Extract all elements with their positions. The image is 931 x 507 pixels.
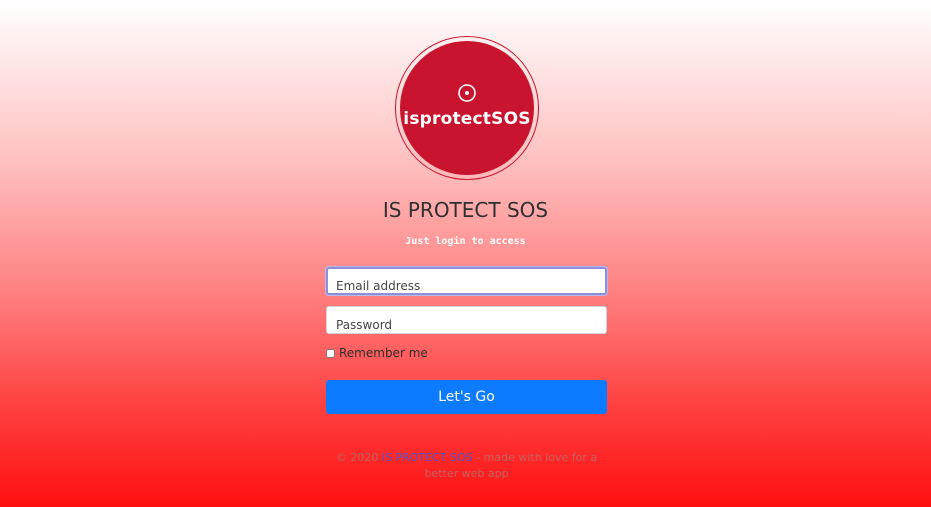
page-title: IS PROTECT SOS	[382, 198, 549, 222]
app-logo: isprotectSOS	[395, 36, 539, 180]
page-subtitle: Just login to access	[405, 236, 526, 247]
password-field[interactable]	[326, 306, 607, 334]
remember-me-checkbox[interactable]	[326, 348, 335, 358]
footer-brand-link[interactable]: IS PROTECT SOS	[382, 451, 473, 464]
email-field[interactable]	[326, 267, 607, 295]
target-dot-icon	[458, 84, 476, 102]
remember-me[interactable]: Remember me	[326, 346, 428, 360]
footer: © 2020 IS PROTECT SOS - made with love f…	[326, 450, 607, 482]
logo-text: isprotectSOS	[403, 109, 531, 129]
remember-me-label: Remember me	[339, 346, 428, 360]
login-button[interactable]: Let's Go	[326, 380, 607, 414]
logo-badge: isprotectSOS	[400, 41, 534, 175]
footer-copyright: © 2020	[335, 451, 382, 464]
